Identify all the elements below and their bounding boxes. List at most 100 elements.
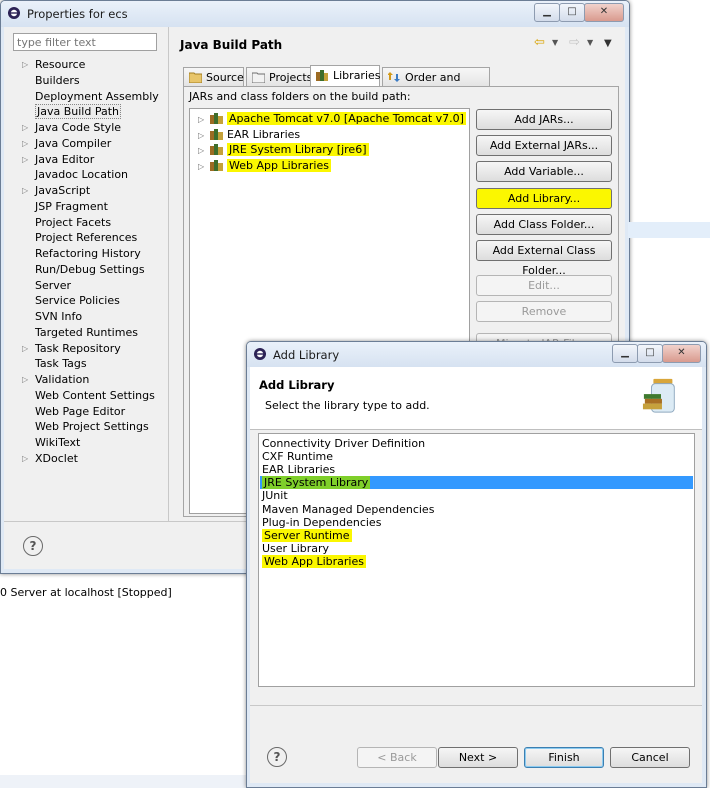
nav-item[interactable]: Refactoring History	[35, 246, 141, 261]
library-type-item[interactable]: Plug-in Dependencies	[262, 516, 381, 529]
library-type-item[interactable]: JUnit	[262, 489, 288, 502]
dialog-minimize-button[interactable]: ▁	[612, 344, 638, 363]
nav-item[interactable]: Web Content Settings	[35, 388, 155, 403]
nav-item[interactable]: ▷ Task Repository	[22, 341, 121, 356]
library-entry[interactable]: ▷ EAR Libraries	[198, 127, 300, 142]
library-type-item[interactable]: Maven Managed Dependencies	[262, 503, 434, 516]
nav-item[interactable]: ▷ Resource	[22, 57, 85, 72]
nav-item[interactable]: Javadoc Location	[35, 167, 128, 182]
next-button[interactable]: Next >	[438, 747, 518, 768]
forward-arrow-icon[interactable]: ⇨	[569, 35, 580, 50]
close-button[interactable]: ✕	[584, 3, 624, 22]
eclipse-app-icon	[8, 7, 20, 19]
library-entry[interactable]: ▷ Apache Tomcat v7.0 [Apache Tomcat v7.0]	[198, 111, 466, 126]
library-type-list[interactable]: Connectivity Driver Definition CXF Runtim…	[258, 433, 695, 687]
nav-item[interactable]: Service Policies	[35, 293, 120, 308]
nav-item[interactable]: ▷ JavaScript	[22, 183, 90, 198]
nav-item[interactable]: ▷ Java Compiler	[22, 136, 111, 151]
library-entry-label: Web App Libraries	[227, 158, 331, 172]
nav-item[interactable]: Deployment Assembly	[35, 89, 159, 104]
nav-item[interactable]: Builders	[35, 73, 80, 88]
library-icon	[210, 159, 223, 171]
library-type-item[interactable]: Server Runtime	[262, 528, 352, 542]
back-arrow-icon[interactable]: ⇦	[534, 35, 545, 50]
add-class-folder-button[interactable]: Add Class Folder...	[476, 214, 612, 235]
dialog-close-button[interactable]: ✕	[662, 344, 701, 363]
nav-item-label: Targeted Runtimes	[35, 325, 138, 339]
maximize-button[interactable]: □	[559, 3, 585, 22]
library-type-label: EAR Libraries	[262, 463, 336, 477]
library-type-item[interactable]: Web App Libraries	[262, 554, 366, 568]
nav-item[interactable]: Project Facets	[35, 215, 111, 230]
library-entry[interactable]: ▷ Web App Libraries	[198, 158, 331, 173]
expand-arrow-icon[interactable]: ▷	[22, 120, 28, 135]
minimize-button[interactable]: ▁	[534, 3, 560, 22]
expand-arrow-icon[interactable]: ▷	[22, 57, 28, 72]
nav-item[interactable]: Task Tags	[35, 356, 87, 371]
nav-item[interactable]: ▷ Validation	[22, 372, 89, 387]
library-type-label: Web App Libraries	[262, 554, 366, 568]
add-external-jars-button[interactable]: Add External JARs...	[476, 135, 612, 156]
nav-history: ⇦ ▼ ⇨ ▼ ▼	[534, 35, 616, 51]
library-entry-label: Apache Tomcat v7.0 [Apache Tomcat v7.0]	[227, 112, 466, 125]
library-entry-label: EAR Libraries	[227, 127, 301, 141]
library-type-item[interactable]: JRE System Library	[260, 476, 693, 490]
tab-source[interactable]: Source	[183, 67, 244, 86]
add-library-button[interactable]: Add Library...	[476, 188, 612, 209]
library-type-item[interactable]: EAR Libraries	[262, 463, 335, 476]
expand-arrow-icon[interactable]: ▷	[22, 183, 28, 198]
background-stripe	[628, 222, 710, 238]
view-menu-icon[interactable]: ▼	[604, 38, 612, 49]
add-variable-button[interactable]: Add Variable...	[476, 161, 612, 182]
nav-item[interactable]: Web Page Editor	[35, 404, 125, 419]
properties-titlebar[interactable]: Properties for ecs ▁ □ ✕	[1, 1, 629, 27]
edit-button[interactable]: Edit...	[476, 275, 612, 296]
library-type-item[interactable]: User Library	[262, 542, 329, 555]
nav-item[interactable]: Run/Debug Settings	[35, 262, 145, 277]
nav-item[interactable]: Server	[35, 278, 71, 293]
dialog-help-icon[interactable]: ?	[267, 747, 287, 767]
nav-item[interactable]: ▷ XDoclet	[22, 451, 78, 466]
back-dropdown-icon[interactable]: ▼	[552, 38, 558, 47]
nav-item[interactable]: ▷ Java Editor	[22, 152, 95, 167]
dialog-title: Add Library	[273, 348, 340, 362]
nav-item[interactable]: Java Build Path	[35, 104, 122, 120]
expand-arrow-icon[interactable]: ▷	[22, 136, 28, 151]
expand-arrow-icon[interactable]: ▷	[198, 112, 210, 127]
tab-libraries[interactable]: Libraries	[310, 65, 381, 86]
library-type-item[interactable]: CXF Runtime	[262, 450, 333, 463]
nav-item[interactable]: ▷ Java Code Style	[22, 120, 121, 135]
nav-item-label: Project Facets	[35, 215, 112, 229]
library-entry[interactable]: ▷ JRE System Library [jre6]	[198, 142, 369, 157]
expand-arrow-icon[interactable]: ▷	[198, 159, 210, 174]
nav-item[interactable]: Web Project Settings	[35, 419, 149, 434]
expand-arrow-icon[interactable]: ▷	[22, 152, 28, 167]
forward-dropdown-icon[interactable]: ▼	[587, 38, 593, 47]
library-type-item[interactable]: Connectivity Driver Definition	[262, 437, 425, 450]
nav-item[interactable]: Targeted Runtimes	[35, 325, 138, 340]
remove-button[interactable]: Remove	[476, 301, 612, 322]
dialog-maximize-button[interactable]: □	[637, 344, 663, 363]
expand-arrow-icon[interactable]: ▷	[198, 143, 210, 158]
nav-item[interactable]: WikiText	[35, 435, 80, 450]
library-entry-label: JRE System Library [jre6]	[227, 143, 369, 156]
cancel-button[interactable]: Cancel	[610, 747, 690, 768]
expand-arrow-icon[interactable]: ▷	[22, 451, 28, 466]
nav-item[interactable]: Project References	[35, 230, 137, 245]
help-icon[interactable]: ?	[23, 536, 43, 556]
add-external-class-folder-button[interactable]: Add External Class Folder...	[476, 240, 612, 277]
expand-arrow-icon[interactable]: ▷	[22, 372, 28, 387]
tab-projects[interactable]: Projects	[246, 67, 312, 86]
nav-item-label: Java Editor	[35, 152, 95, 166]
finish-button[interactable]: Finish	[524, 747, 604, 768]
expand-arrow-icon[interactable]: ▷	[198, 128, 210, 143]
expand-arrow-icon[interactable]: ▷	[22, 341, 28, 356]
wizard-header: Add Library Select the library type to a…	[250, 367, 702, 430]
filter-input[interactable]	[13, 33, 157, 51]
tab-order-export[interactable]: Order and Export	[382, 67, 490, 103]
nav-item[interactable]: SVN Info	[35, 309, 82, 324]
nav-item[interactable]: JSP Fragment	[35, 199, 108, 214]
add-jars-button[interactable]: Add JARs...	[476, 109, 612, 130]
back-button[interactable]: < Back	[357, 747, 437, 768]
add-library-titlebar[interactable]: Add Library ▁ □ ✕	[247, 342, 706, 367]
